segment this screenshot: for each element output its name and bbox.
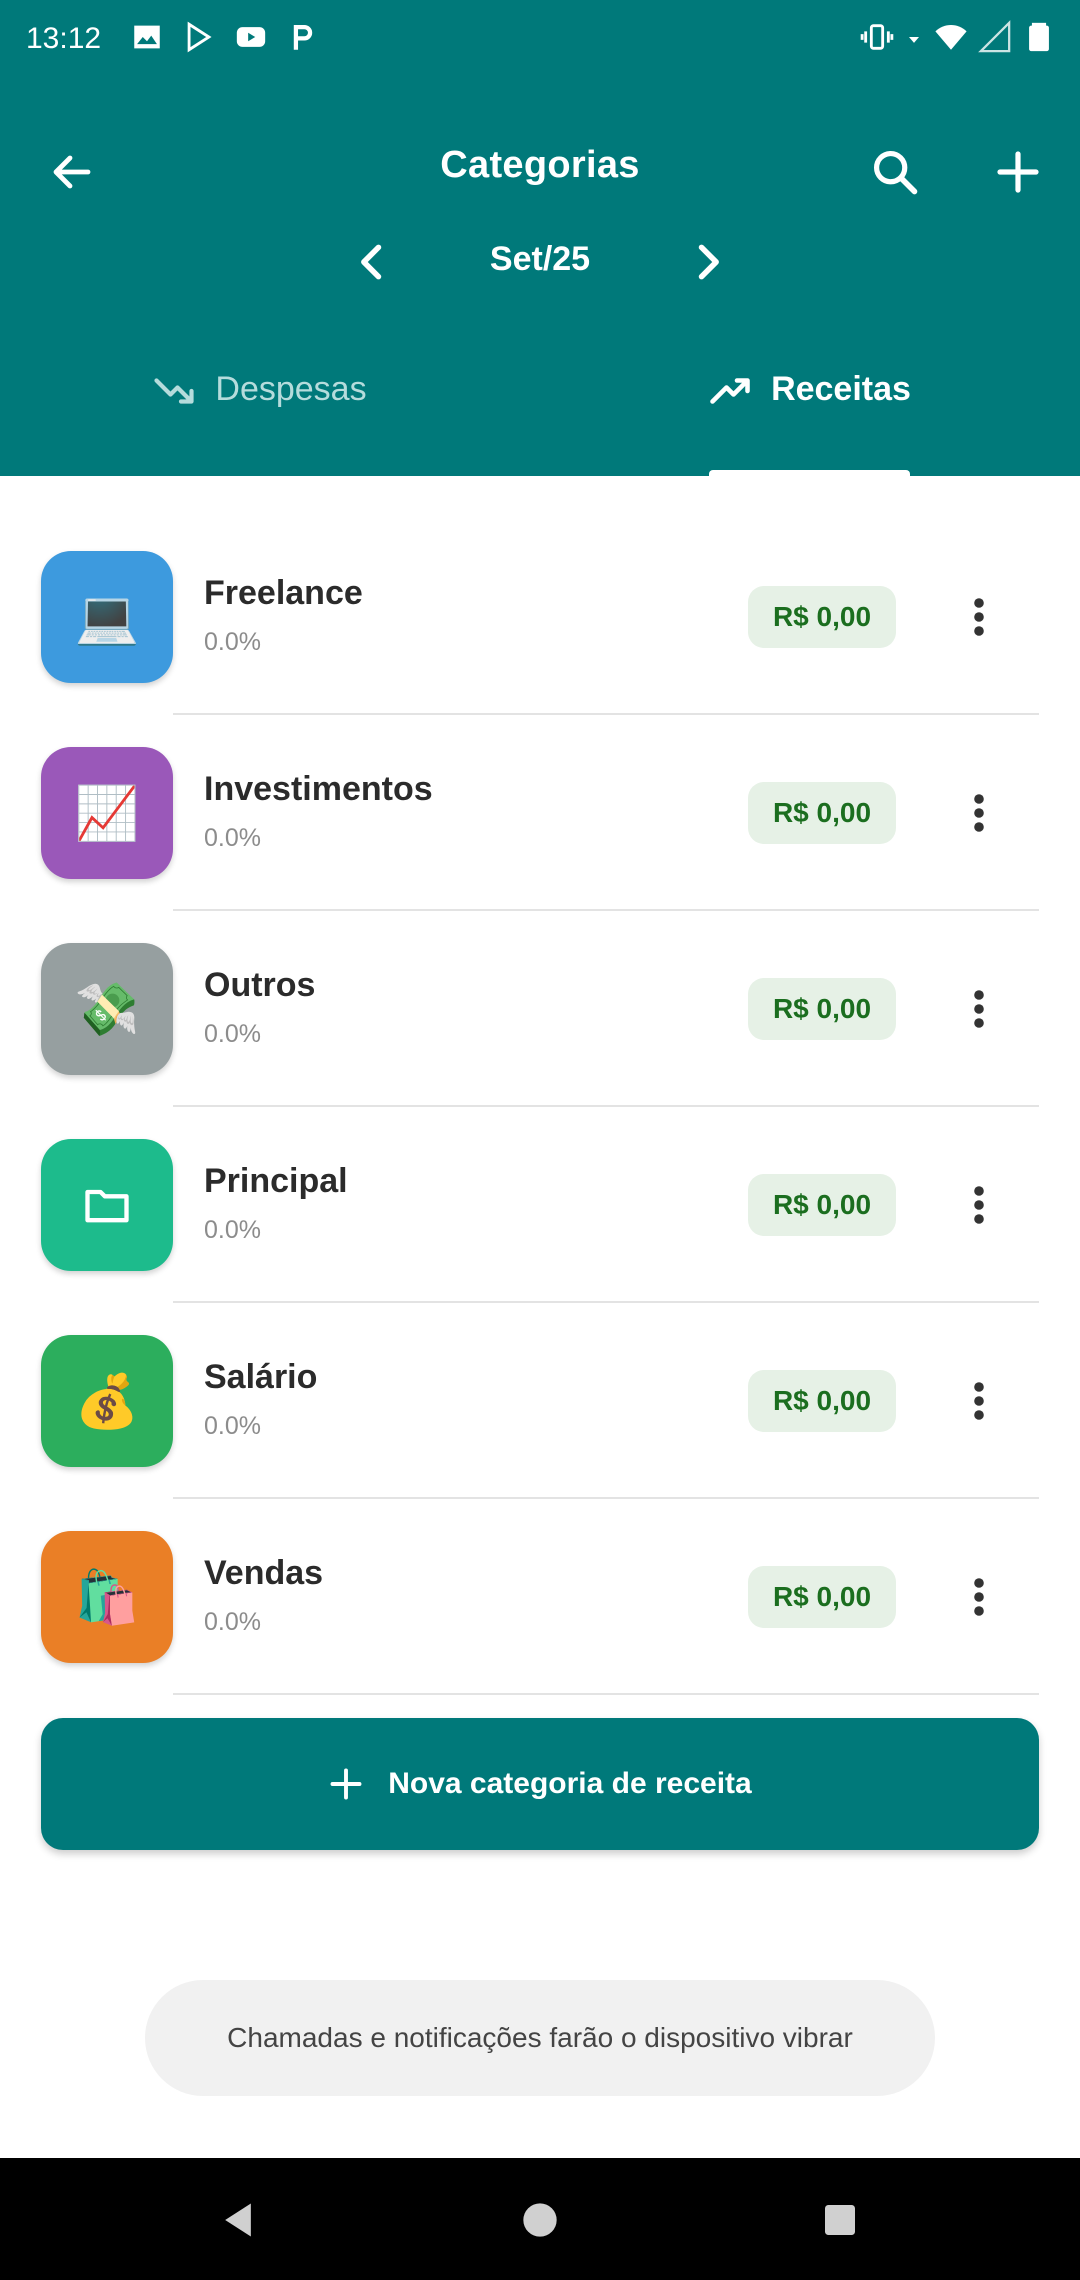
image-icon <box>134 25 160 49</box>
list-item[interactable]: 💰 Salário 0.0% R$ 0,00 <box>0 1260 1080 1499</box>
chart-increasing-icon: 📈 <box>41 747 173 879</box>
list-item[interactable]: 📈 Investimentos 0.0% R$ 0,00 <box>0 672 1080 911</box>
shopping-bags-icon: 🛍️ <box>41 1531 173 1663</box>
category-amount-badge: R$ 0,00 <box>748 586 896 648</box>
category-percent: 0.0% <box>204 1216 261 1244</box>
battery-icon <box>1029 22 1049 52</box>
category-name: Freelance <box>204 574 363 612</box>
category-percent: 0.0% <box>204 1020 261 1048</box>
nav-back-button[interactable] <box>196 2178 280 2262</box>
category-amount-badge: R$ 0,00 <box>748 1566 896 1628</box>
youtube-icon <box>236 27 266 47</box>
signal-arrow-icon <box>909 37 919 43</box>
category-amount-badge: R$ 0,00 <box>748 1174 896 1236</box>
category-name: Salário <box>204 1358 318 1396</box>
more-options-button[interactable] <box>954 1175 1004 1235</box>
more-options-button[interactable] <box>954 783 1004 843</box>
toast-message: Chamadas e notificações farão o disposit… <box>145 1980 935 2096</box>
status-time: 13:12 <box>26 22 102 55</box>
wifi-icon <box>935 24 967 50</box>
new-category-button[interactable]: Nova categoria de receita <box>41 1718 1039 1850</box>
more-options-button[interactable] <box>954 979 1004 1039</box>
more-options-button[interactable] <box>954 1371 1004 1431</box>
system-nav-bar <box>0 2158 1080 2280</box>
cell-signal-icon <box>978 20 1011 53</box>
more-vert-icon <box>974 1578 984 1616</box>
month-label: Set/25 <box>489 240 591 278</box>
list-item[interactable]: 🛍️ Vendas 0.0% R$ 0,00 <box>0 1456 1080 1695</box>
add-category-button[interactable] <box>978 132 1058 212</box>
tab-receitas[interactable]: Receitas <box>690 370 930 476</box>
laptop-icon: 💻 <box>41 551 173 683</box>
new-category-label: Nova categoria de receita <box>388 1767 752 1800</box>
category-name: Principal <box>204 1162 348 1200</box>
folder-icon <box>41 1139 173 1271</box>
category-name: Vendas <box>204 1554 324 1592</box>
more-vert-icon <box>974 1382 984 1420</box>
search-button[interactable] <box>855 132 935 212</box>
tab-receitas-label: Receitas <box>771 370 911 408</box>
search-icon <box>873 150 918 195</box>
more-options-button[interactable] <box>954 587 1004 647</box>
nav-home-button[interactable] <box>498 2178 582 2262</box>
tab-despesas-label: Despesas <box>215 370 367 408</box>
divider <box>173 1693 1039 1695</box>
more-options-button[interactable] <box>954 1567 1004 1627</box>
list-item[interactable]: 💻 Freelance 0.0% R$ 0,00 <box>0 476 1080 715</box>
category-name: Outros <box>204 966 316 1004</box>
list-item[interactable]: Principal 0.0% R$ 0,00 <box>0 1064 1080 1303</box>
category-amount-badge: R$ 0,00 <box>748 782 896 844</box>
category-name: Investimentos <box>204 770 433 808</box>
category-list: 💻 Freelance 0.0% R$ 0,00 📈 Investimentos… <box>0 476 1080 1695</box>
more-vert-icon <box>974 794 984 832</box>
status-bar: 13:12 <box>0 0 1080 80</box>
more-vert-icon <box>974 990 984 1028</box>
chevron-right-icon <box>698 244 719 280</box>
category-amount-badge: R$ 0,00 <box>748 1370 896 1432</box>
money-with-wings-icon: 💸 <box>41 943 173 1075</box>
category-percent: 0.0% <box>204 628 261 656</box>
trending-up-icon <box>710 378 750 404</box>
plus-icon <box>330 1768 362 1800</box>
more-vert-icon <box>974 598 984 636</box>
money-bag-icon: 💰 <box>41 1335 173 1467</box>
trending-down-icon <box>154 378 194 404</box>
nav-home-icon <box>523 2203 557 2237</box>
nav-recents-icon <box>825 2205 855 2235</box>
nav-recents-button[interactable] <box>798 2178 882 2262</box>
nav-back-icon <box>225 2203 251 2237</box>
category-percent: 0.0% <box>204 1412 261 1440</box>
list-item[interactable]: 💸 Outros 0.0% R$ 0,00 <box>0 868 1080 1107</box>
plus-icon <box>997 151 1039 193</box>
p-app-icon <box>293 24 313 50</box>
category-percent: 0.0% <box>204 1608 261 1636</box>
app-header: Categorias Set/25 Despesas Receitas <box>0 80 1080 476</box>
more-vert-icon <box>974 1186 984 1224</box>
category-percent: 0.0% <box>204 824 261 852</box>
tab-despesas[interactable]: Despesas <box>100 370 420 476</box>
vibrate-icon <box>860 24 894 50</box>
category-amount-badge: R$ 0,00 <box>748 978 896 1040</box>
play-store-icon <box>187 21 212 53</box>
next-month-button[interactable] <box>667 222 747 302</box>
